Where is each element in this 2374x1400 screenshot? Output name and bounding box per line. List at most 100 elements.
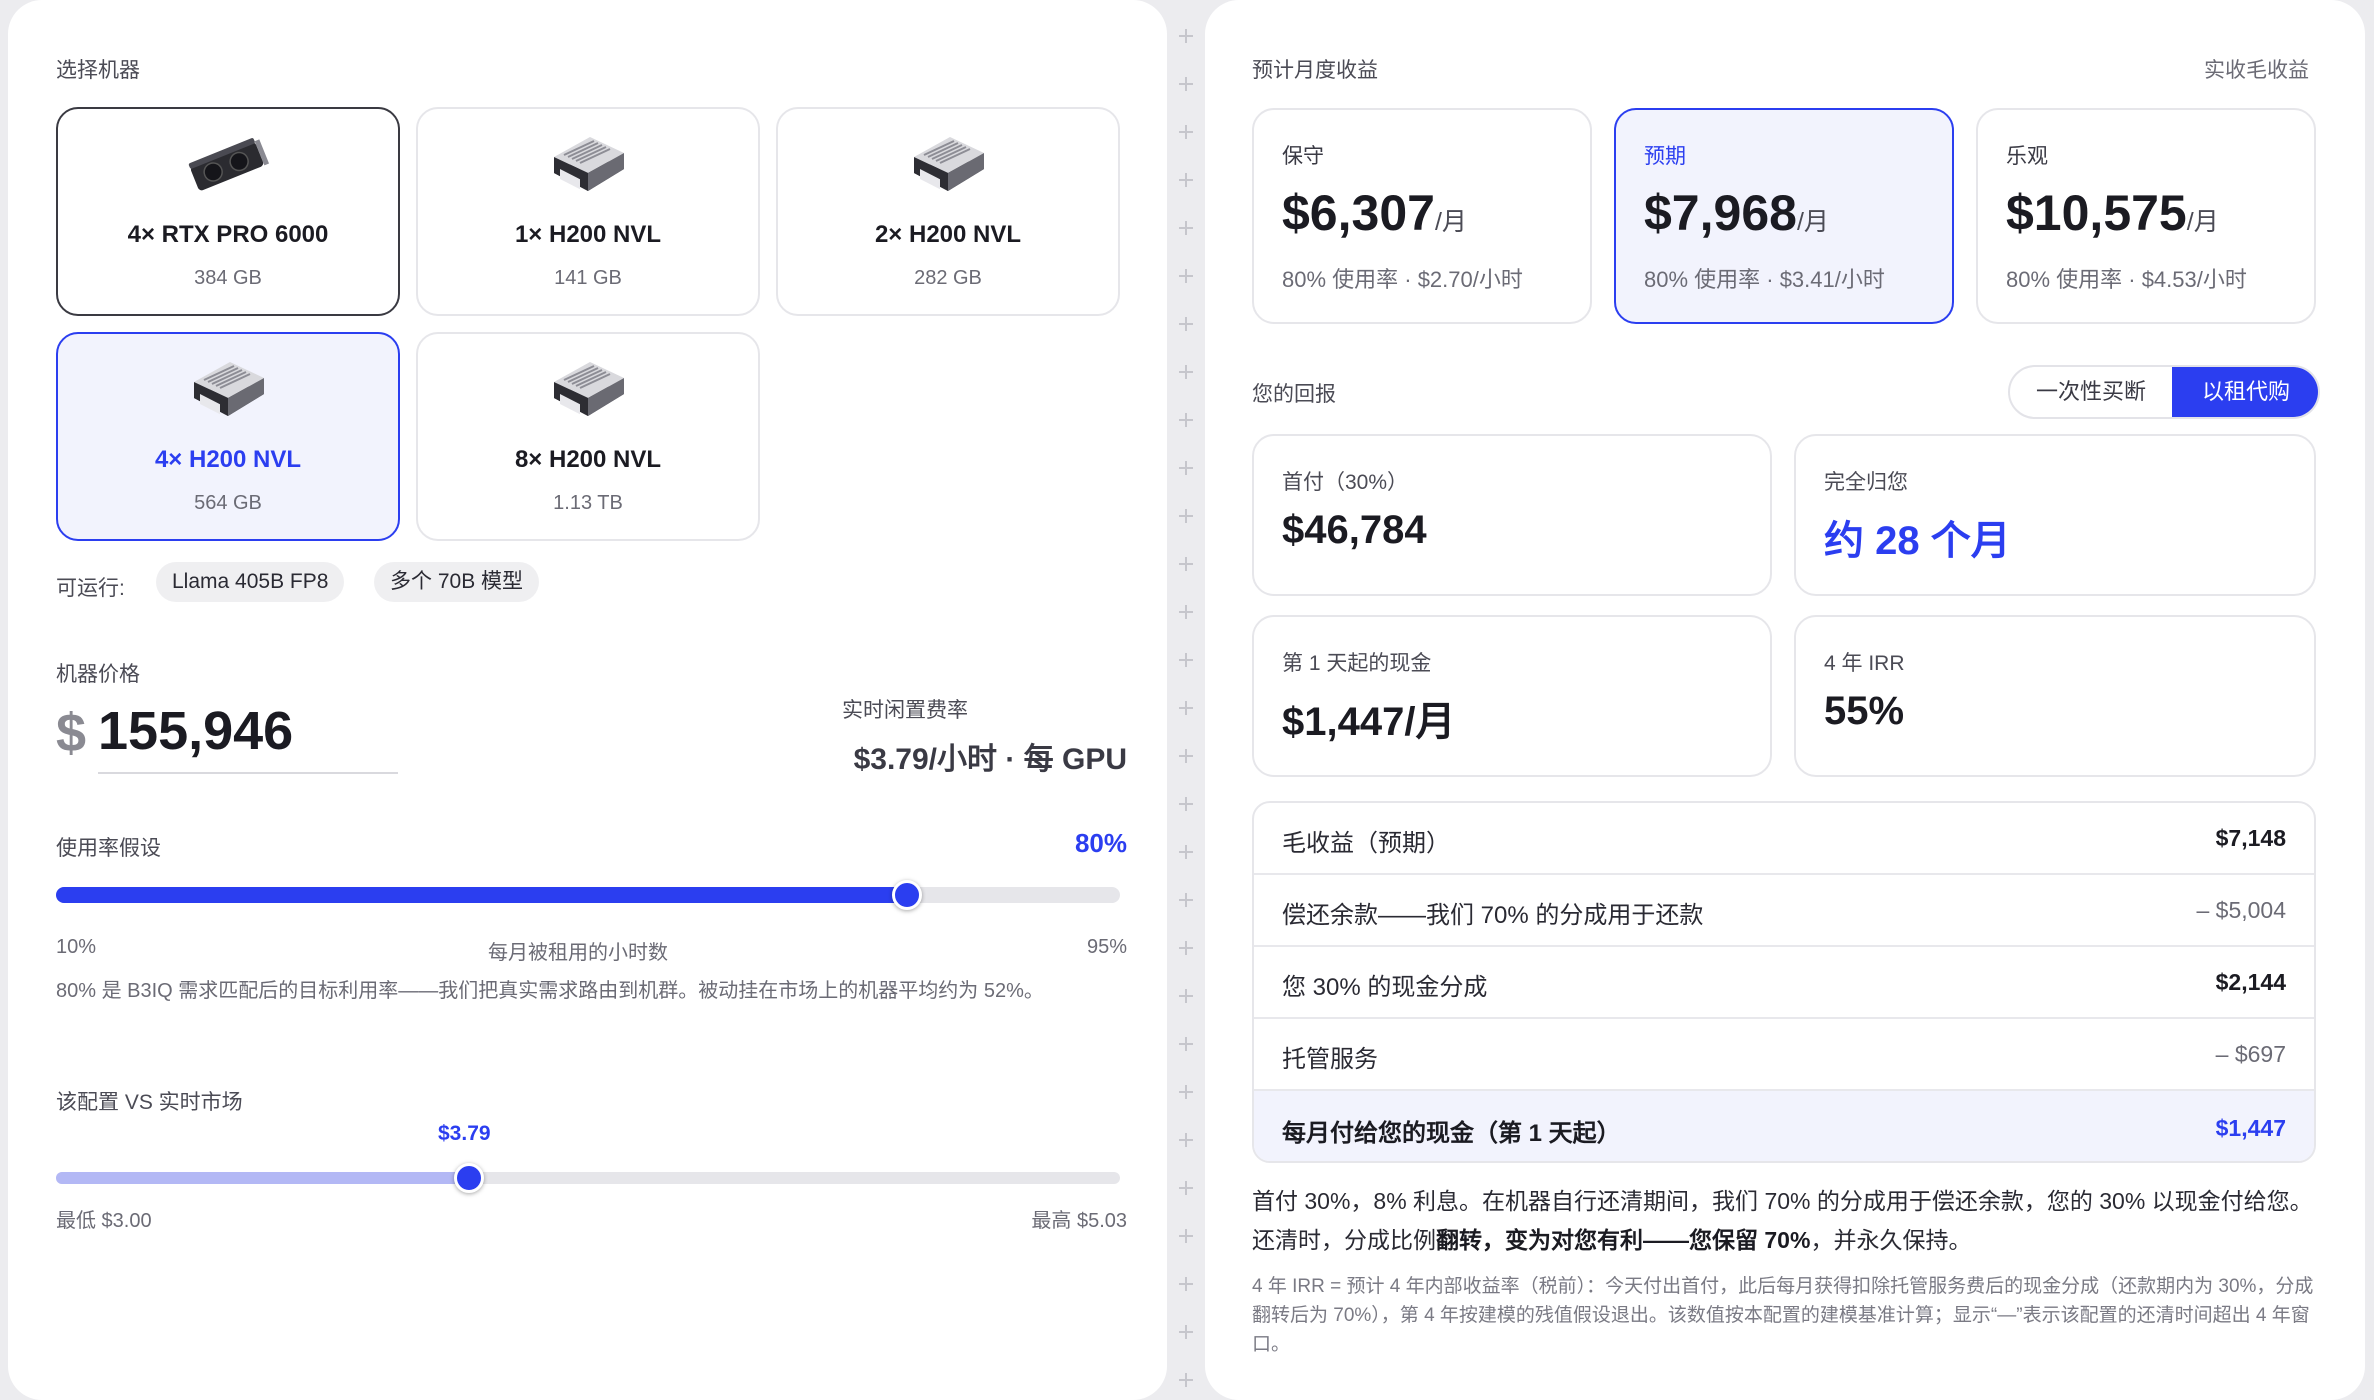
day-one-cash-card: 第 1 天起的现金 $1,447/月 — [1252, 615, 1772, 777]
return-title: 第 1 天起的现金 — [1282, 652, 1432, 675]
divider-plus-icon — [1176, 1130, 1196, 1150]
table-total-row: 每月付给您的现金（第 1 天起） $1,447 — [1254, 1089, 2314, 1161]
row-label: 偿还余款——我们 70% 的分成用于还款 — [1282, 902, 1704, 929]
utilization-value: 80% — [1074, 828, 1127, 858]
divider-plus-icon — [1176, 266, 1196, 286]
divider-plus-icon — [1176, 1322, 1196, 1342]
irr-card: 4 年 IRR 55% — [1794, 615, 2316, 777]
purchase-mode-toggle[interactable]: 一次性买断 以租代购 — [2008, 365, 2320, 419]
gross-revenue-link[interactable]: 实收毛收益 — [2204, 54, 2309, 84]
divider-plus-icon — [1176, 506, 1196, 526]
utilization-max: 95% — [1086, 936, 1127, 958]
scenario-detail: 80% 使用率 · $4.53/小时 — [2006, 267, 2247, 292]
divider-plus-icon — [1176, 794, 1196, 814]
scenario-title: 乐观 — [2006, 145, 2048, 168]
model-chip: 多个 70B 模型 — [374, 562, 540, 602]
return-value: $1,447/月 — [1282, 700, 1456, 744]
server-icon — [194, 362, 264, 416]
returns-panel: 预计月度收益 实收毛收益 保守 $6,307/月 80% 使用率 · $2.70… — [1205, 0, 2365, 1400]
scenario-price: $6,307/月 — [1282, 185, 1467, 241]
idle-rate-label: 实时闲置费率 — [842, 699, 968, 722]
market-range-fill — [56, 1172, 469, 1184]
scenario-card-conservative[interactable]: 保守 $6,307/月 80% 使用率 · $2.70/小时 — [1252, 108, 1592, 324]
scenario-detail: 80% 使用率 · $2.70/小时 — [1282, 267, 1523, 292]
machine-card-rtx-pro-6000[interactable]: 4× RTX PRO 6000 384 GB — [56, 107, 400, 316]
machine-memory: 564 GB — [194, 492, 262, 514]
market-range-bar — [56, 1163, 1120, 1193]
divider-plus-icon — [1176, 458, 1196, 478]
row-value: – $5,004 — [2196, 897, 2286, 923]
utilization-slider[interactable] — [56, 880, 1120, 910]
divider-plus-icon — [1176, 122, 1196, 142]
divider-plus-icon — [1176, 842, 1196, 862]
scenario-card-expected-selected[interactable]: 预期 $7,968/月 80% 使用率 · $3.41/小时 — [1614, 108, 1954, 324]
financing-note: 首付 30%，8% 利息。在机器自行还清期间，我们 70% 的分成用于偿还余款，… — [1252, 1188, 2313, 1253]
utilization-slider-handle[interactable] — [892, 880, 922, 910]
return-value: $46,784 — [1282, 508, 1427, 552]
panel-divider — [1170, 0, 1202, 1387]
machine-card-1x-h200[interactable]: 1× H200 NVL 141 GB — [416, 107, 760, 316]
scenario-title: 保守 — [1282, 145, 1324, 168]
select-machine-label: 选择机器 — [56, 59, 140, 82]
divider-plus-icon — [1176, 1034, 1196, 1054]
scenario-price: $10,575/月 — [2006, 185, 2219, 241]
toggle-option-buyout[interactable]: 一次性买断 — [2010, 367, 2172, 417]
down-payment-card: 首付（30%） $46,784 — [1252, 434, 1772, 596]
machine-card-8x-h200[interactable]: 8× H200 NVL 1.13 TB — [416, 332, 760, 541]
table-row: 毛收益（预期） $7,148 — [1254, 803, 2314, 873]
utilization-fill — [56, 887, 907, 903]
machine-name: 4× RTX PRO 6000 — [127, 221, 329, 248]
table-row: 托管服务 – $697 — [1254, 1017, 2314, 1087]
machine-memory: 141 GB — [554, 267, 622, 289]
utilization-mid-label: 每月被租用的小时数 — [488, 942, 668, 964]
row-label: 您 30% 的现金分成 — [1282, 974, 1488, 1001]
toggle-option-rent-to-own[interactable]: 以租代购 — [2172, 367, 2318, 417]
market-compare-label: 该配置 VS 实时市场 — [56, 1091, 243, 1114]
row-value: $2,144 — [2215, 969, 2286, 995]
divider-plus-icon — [1176, 602, 1196, 622]
scenario-card-optimistic[interactable]: 乐观 $10,575/月 80% 使用率 · $4.53/小时 — [1976, 108, 2316, 324]
server-icon — [554, 362, 624, 416]
machine-name: 2× H200 NVL — [874, 221, 1022, 248]
server-icon — [914, 137, 984, 191]
machine-price-input[interactable]: 155,946 — [98, 700, 398, 774]
currency-symbol: $ — [56, 703, 87, 763]
your-returns-label: 您的回报 — [1252, 383, 1336, 406]
market-position-marker — [454, 1163, 484, 1193]
machine-price-value: 155,946 — [98, 701, 294, 761]
total-value: $1,447 — [2215, 1115, 2286, 1141]
machine-name: 4× H200 NVL — [154, 446, 302, 473]
divider-plus-icon — [1176, 1178, 1196, 1198]
ownership-card: 完全归您 约 28 个月 — [1794, 434, 2316, 596]
return-value: 约 28 个月 — [1824, 519, 2011, 563]
divider-plus-icon — [1176, 26, 1196, 46]
divider-plus-icon — [1176, 1370, 1196, 1390]
divider-plus-icon — [1176, 746, 1196, 766]
market-marker-value: $3.79 — [438, 1122, 491, 1145]
divider-plus-icon — [1176, 1226, 1196, 1246]
machine-card-2x-h200[interactable]: 2× H200 NVL 282 GB — [776, 107, 1120, 316]
divider-plus-icon — [1176, 890, 1196, 910]
machine-name: 8× H200 NVL — [514, 446, 662, 473]
market-max: 最高 $5.03 — [1031, 1210, 1127, 1232]
table-row: 偿还余款——我们 70% 的分成用于还款 – $5,004 — [1254, 873, 2314, 943]
divider-plus-icon — [1176, 218, 1196, 238]
divider-plus-icon — [1176, 1082, 1196, 1102]
machine-price-label: 机器价格 — [56, 663, 140, 686]
row-value: – $697 — [2215, 1041, 2286, 1067]
machine-memory: 282 GB — [914, 267, 982, 289]
machine-name: 1× H200 NVL — [514, 221, 662, 248]
divider-plus-icon — [1176, 410, 1196, 430]
can-run-label: 可运行: — [56, 577, 125, 600]
divider-plus-icon — [1176, 1274, 1196, 1294]
divider-plus-icon — [1176, 986, 1196, 1006]
highlight-text: 翻转，变为对您有利——您保留 70% — [1436, 1227, 1811, 1253]
machine-card-4x-h200-selected[interactable]: 4× H200 NVL 564 GB — [56, 332, 400, 541]
row-label: 托管服务 — [1282, 1046, 1378, 1073]
divider-plus-icon — [1176, 554, 1196, 574]
cashflow-breakdown-table: 毛收益（预期） $7,148 偿还余款——我们 70% 的分成用于还款 – $5… — [1252, 801, 2316, 1163]
scenario-title: 预期 — [1644, 145, 1686, 168]
divider-plus-icon — [1176, 314, 1196, 334]
server-icon — [554, 137, 624, 191]
divider-plus-icon — [1176, 938, 1196, 958]
